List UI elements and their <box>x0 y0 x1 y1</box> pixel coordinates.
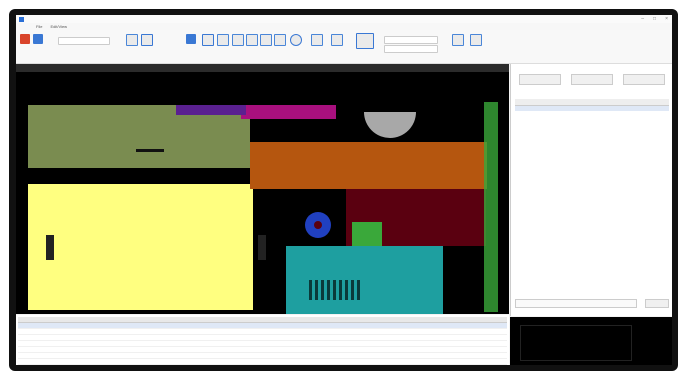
copy-tool-icon[interactable] <box>126 34 138 46</box>
board-region-yellow <box>28 184 253 310</box>
results-table <box>18 317 507 365</box>
pen-tool-icon[interactable] <box>202 34 214 46</box>
close-button[interactable]: × <box>665 16 668 22</box>
menu-file[interactable]: File <box>36 24 42 29</box>
board-region-purple <box>176 105 246 115</box>
minimap-panel[interactable] <box>510 317 672 365</box>
board-region-orange <box>250 142 487 189</box>
window-controls: – □ × <box>641 16 668 22</box>
measure-icon[interactable] <box>452 34 464 46</box>
connector-left <box>46 235 54 260</box>
tool-icon[interactable] <box>33 34 43 44</box>
side-table-row[interactable] <box>515 112 669 117</box>
paste-tool-icon[interactable] <box>141 34 153 46</box>
ribbon-toolbar <box>16 30 672 64</box>
minimap-viewport[interactable] <box>520 325 632 361</box>
board-edge-green <box>484 102 498 312</box>
side-table-row[interactable] <box>515 118 669 123</box>
net-dropdown[interactable] <box>384 45 438 53</box>
zoom-level-field[interactable] <box>58 37 110 45</box>
properties-side-panel <box>510 64 672 316</box>
side-button-3[interactable] <box>623 74 665 85</box>
maximize-button[interactable]: □ <box>653 16 656 22</box>
side-button-2[interactable] <box>571 74 613 85</box>
side-table-header <box>515 99 669 106</box>
connector-right <box>258 235 266 260</box>
refresh-icon[interactable] <box>290 34 302 46</box>
side-search-input[interactable] <box>515 299 637 308</box>
settings-icon[interactable] <box>331 34 343 46</box>
layer-dropdown[interactable] <box>384 36 438 44</box>
status-info-bar <box>16 64 509 72</box>
board-region-green <box>352 222 382 246</box>
application-window: – □ × File Edit/View <box>16 15 672 365</box>
layers-icon[interactable] <box>311 34 323 46</box>
side-button-1[interactable] <box>519 74 561 85</box>
minimize-button[interactable]: – <box>641 16 644 22</box>
close-tool-icon[interactable] <box>20 34 30 44</box>
menu-edit[interactable]: Edit/View <box>50 24 67 29</box>
export-icon[interactable] <box>470 34 482 46</box>
side-table-row[interactable] <box>515 106 669 111</box>
shape-tool-icon[interactable] <box>186 34 196 44</box>
via-hole <box>314 221 322 229</box>
board-region-gray <box>364 112 416 138</box>
app-icon <box>19 16 24 22</box>
zoom-in-icon[interactable] <box>246 34 258 46</box>
title-bar: – □ × <box>16 15 672 23</box>
search-icon[interactable] <box>232 34 244 46</box>
zoom-out-icon[interactable] <box>260 34 272 46</box>
select-tool-icon[interactable] <box>217 34 229 46</box>
pad-array <box>306 280 361 300</box>
layer-palette-icon[interactable] <box>356 33 374 49</box>
board-region-magenta <box>241 105 336 119</box>
menu-bar: File Edit/View <box>16 23 672 30</box>
side-search-button[interactable] <box>645 299 669 308</box>
results-table-panel <box>16 315 509 365</box>
zoom-fit-icon[interactable] <box>274 34 286 46</box>
slot-marker <box>136 149 164 152</box>
board-canvas[interactable] <box>16 72 509 314</box>
